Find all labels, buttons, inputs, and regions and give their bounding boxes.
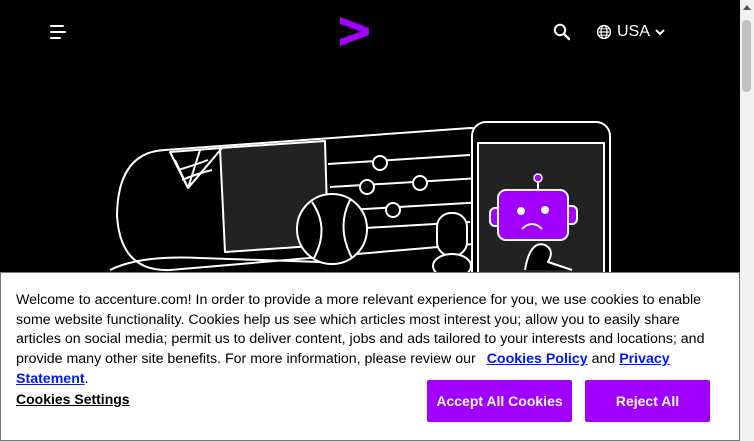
conjunction-text: and xyxy=(591,351,616,368)
scroll-up-arrow-icon[interactable] xyxy=(743,5,751,10)
reject-all-button[interactable]: Reject All xyxy=(585,380,710,422)
accept-all-cookies-button[interactable]: Accept All Cookies xyxy=(427,380,572,422)
search-icon[interactable] xyxy=(552,22,572,42)
period-text: . xyxy=(84,370,89,387)
scroll-thumb[interactable] xyxy=(742,20,751,92)
chevron-down-icon xyxy=(655,29,665,36)
cookies-settings-button[interactable]: Cookies Settings xyxy=(16,391,130,407)
page-scrollbar[interactable] xyxy=(740,0,754,441)
accenture-logo[interactable] xyxy=(337,15,371,49)
site-header: USA xyxy=(0,0,740,64)
cookies-policy-link[interactable]: Cookies Policy xyxy=(487,351,588,367)
globe-icon xyxy=(596,24,612,40)
country-label: USA xyxy=(617,23,650,40)
cookie-banner-text: Welcome to accenture.com! In order to pr… xyxy=(16,291,728,390)
menu-icon[interactable] xyxy=(48,22,70,42)
cookie-banner: Welcome to accenture.com! In order to pr… xyxy=(0,272,740,441)
hero-illustration xyxy=(109,121,611,284)
country-selector[interactable]: USA xyxy=(596,20,666,44)
